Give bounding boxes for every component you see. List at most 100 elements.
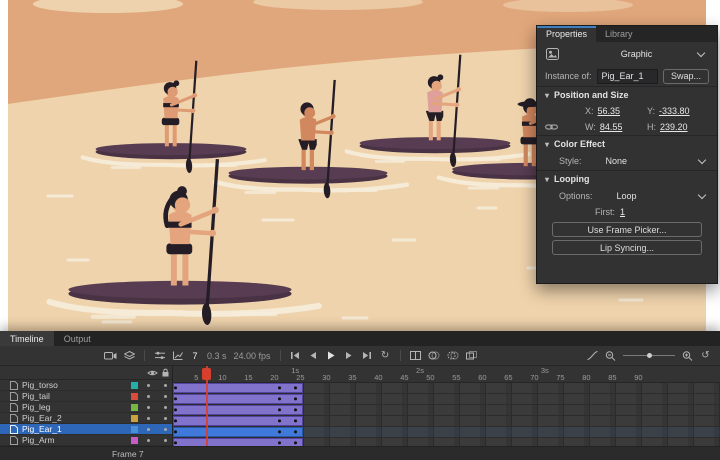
loop-options-value: Loop bbox=[617, 191, 637, 201]
layer-visibility-toggle[interactable] bbox=[142, 384, 155, 387]
w-value[interactable]: 84.55 bbox=[600, 122, 623, 132]
h-value[interactable]: 239.20 bbox=[660, 122, 688, 132]
layer-visibility-toggle[interactable] bbox=[142, 439, 155, 442]
ruler-frame-number: 10 bbox=[218, 373, 226, 382]
layer-frame-track[interactable] bbox=[173, 394, 720, 405]
looping-section-header[interactable]: ▾ Looping bbox=[537, 170, 717, 187]
elapsed-time-label: 0.3 s bbox=[207, 351, 227, 361]
show-hide-all-layers-icon[interactable] bbox=[146, 369, 159, 377]
go-to-last-frame-button[interactable] bbox=[362, 350, 373, 362]
lip-syncing-button[interactable]: Lip Syncing... bbox=[552, 240, 702, 255]
layer-outline-color[interactable] bbox=[131, 437, 138, 444]
x-value[interactable]: 56.35 bbox=[598, 106, 621, 116]
go-to-first-frame-button[interactable] bbox=[290, 350, 301, 362]
layer-name: Pig_Ear_1 bbox=[22, 424, 127, 434]
layer-outline-color[interactable] bbox=[131, 382, 138, 389]
layer-outline-color[interactable] bbox=[131, 426, 138, 433]
layer-visibility-toggle[interactable] bbox=[142, 406, 155, 409]
reset-timeline-zoom-button[interactable]: ↺ bbox=[700, 350, 711, 362]
symbol-type-value: Graphic bbox=[621, 49, 653, 59]
step-forward-button[interactable] bbox=[344, 350, 355, 362]
layer-outline-color[interactable] bbox=[131, 415, 138, 422]
onion-skin-button[interactable] bbox=[428, 350, 440, 362]
ruler-second-marker: 2s bbox=[416, 366, 424, 375]
layer-frame-track[interactable] bbox=[173, 438, 720, 446]
ruler-frame-number: 35 bbox=[348, 373, 356, 382]
step-back-button[interactable] bbox=[308, 350, 319, 362]
frame-span[interactable] bbox=[173, 416, 303, 426]
adjust-layers-button[interactable] bbox=[154, 350, 165, 362]
use-frame-picker-button[interactable]: Use Frame Picker... bbox=[552, 222, 702, 237]
instance-name-field[interactable]: Pig_Ear_1 bbox=[597, 69, 658, 84]
layer-type-icon bbox=[10, 403, 18, 412]
frame-rate-label[interactable]: 24.00 fps bbox=[234, 351, 271, 361]
ruler-second-marker: 1s bbox=[291, 366, 299, 375]
timeline-zoom-slider[interactable] bbox=[623, 351, 675, 361]
play-button[interactable] bbox=[326, 350, 337, 362]
layer-lock-toggle[interactable] bbox=[159, 439, 172, 442]
tab-library[interactable]: Library bbox=[596, 26, 642, 42]
layer-frame-track[interactable] bbox=[173, 427, 720, 438]
easing-curve-icon[interactable] bbox=[587, 350, 598, 362]
onion-skin-outlines-button[interactable] bbox=[447, 350, 459, 362]
swap-button[interactable]: Swap... bbox=[663, 69, 709, 84]
zoom-slider-thumb[interactable] bbox=[647, 353, 652, 358]
layer-row[interactable]: Pig_Ear_2 bbox=[0, 413, 172, 424]
layer-lock-toggle[interactable] bbox=[159, 406, 172, 409]
timeline-toolbar: 7 0.3 s 24.00 fps ↻ bbox=[0, 346, 720, 366]
frame-span[interactable] bbox=[173, 405, 303, 415]
zoom-out-button[interactable] bbox=[605, 350, 616, 362]
layer-frame-track[interactable] bbox=[173, 405, 720, 416]
timeline-ruler[interactable]: 510152025303540455055606570758085901s2s3… bbox=[173, 366, 720, 383]
frame-grid[interactable]: 510152025303540455055606570758085901s2s3… bbox=[173, 366, 720, 446]
layer-row[interactable]: Pig_tail bbox=[0, 391, 172, 402]
tab-properties[interactable]: Properties bbox=[537, 26, 596, 42]
layer-outline-color[interactable] bbox=[131, 404, 138, 411]
layer-row[interactable]: Pig_torso bbox=[0, 380, 172, 391]
layer-frame-track[interactable] bbox=[173, 416, 720, 427]
symbol-type-dropdown[interactable]: Graphic bbox=[565, 46, 708, 62]
layer-outline-color[interactable] bbox=[131, 393, 138, 400]
constrain-link-icon[interactable] bbox=[545, 123, 558, 131]
frame-span[interactable] bbox=[173, 438, 303, 446]
layer-name: Pig_torso bbox=[22, 380, 127, 390]
style-dropdown[interactable]: None bbox=[592, 153, 709, 169]
add-camera-button[interactable] bbox=[104, 350, 117, 362]
loop-options-dropdown[interactable]: Loop bbox=[603, 188, 709, 204]
status-frame-label: Frame 7 bbox=[112, 449, 144, 459]
layer-lock-toggle[interactable] bbox=[159, 417, 172, 420]
section-title: Color Effect bbox=[554, 139, 605, 149]
layer-type-icon bbox=[10, 436, 18, 445]
loop-playback-button[interactable]: ↻ bbox=[380, 350, 391, 362]
layer-lock-toggle[interactable] bbox=[159, 428, 172, 431]
y-value[interactable]: -333.80 bbox=[659, 106, 690, 116]
frame-span[interactable] bbox=[173, 383, 303, 393]
center-frame-button[interactable] bbox=[410, 350, 421, 362]
position-size-section-header[interactable]: ▾ Position and Size bbox=[537, 86, 717, 103]
layer-visibility-toggle[interactable] bbox=[142, 395, 155, 398]
ruler-frame-number: 90 bbox=[634, 373, 642, 382]
tab-timeline[interactable]: Timeline bbox=[0, 331, 54, 346]
visibility-dot bbox=[147, 439, 150, 442]
tab-output[interactable]: Output bbox=[54, 331, 101, 346]
color-effect-section-header[interactable]: ▾ Color Effect bbox=[537, 135, 717, 152]
current-frame-indicator[interactable]: 7 bbox=[190, 351, 200, 361]
zoom-in-button[interactable] bbox=[682, 350, 693, 362]
playhead-line bbox=[206, 366, 208, 446]
layer-lock-toggle[interactable] bbox=[159, 384, 172, 387]
layer-row[interactable]: Pig_Arm bbox=[0, 435, 172, 446]
layer-row[interactable]: Pig_Ear_1 bbox=[0, 424, 172, 435]
first-frame-value[interactable]: 1 bbox=[620, 207, 625, 217]
frame-span[interactable] bbox=[173, 427, 303, 437]
layer-visibility-toggle[interactable] bbox=[142, 428, 155, 431]
layer-frame-track[interactable] bbox=[173, 383, 720, 394]
frame-span[interactable] bbox=[173, 394, 303, 404]
edit-multiple-frames-button[interactable] bbox=[466, 350, 477, 362]
lock-dot bbox=[164, 428, 167, 431]
layer-row[interactable]: Pig_leg bbox=[0, 402, 172, 413]
frame-graph-button[interactable] bbox=[172, 350, 183, 362]
layer-parenting-button[interactable] bbox=[124, 350, 135, 362]
lock-all-layers-icon[interactable] bbox=[159, 368, 172, 377]
layer-lock-toggle[interactable] bbox=[159, 395, 172, 398]
layer-visibility-toggle[interactable] bbox=[142, 417, 155, 420]
